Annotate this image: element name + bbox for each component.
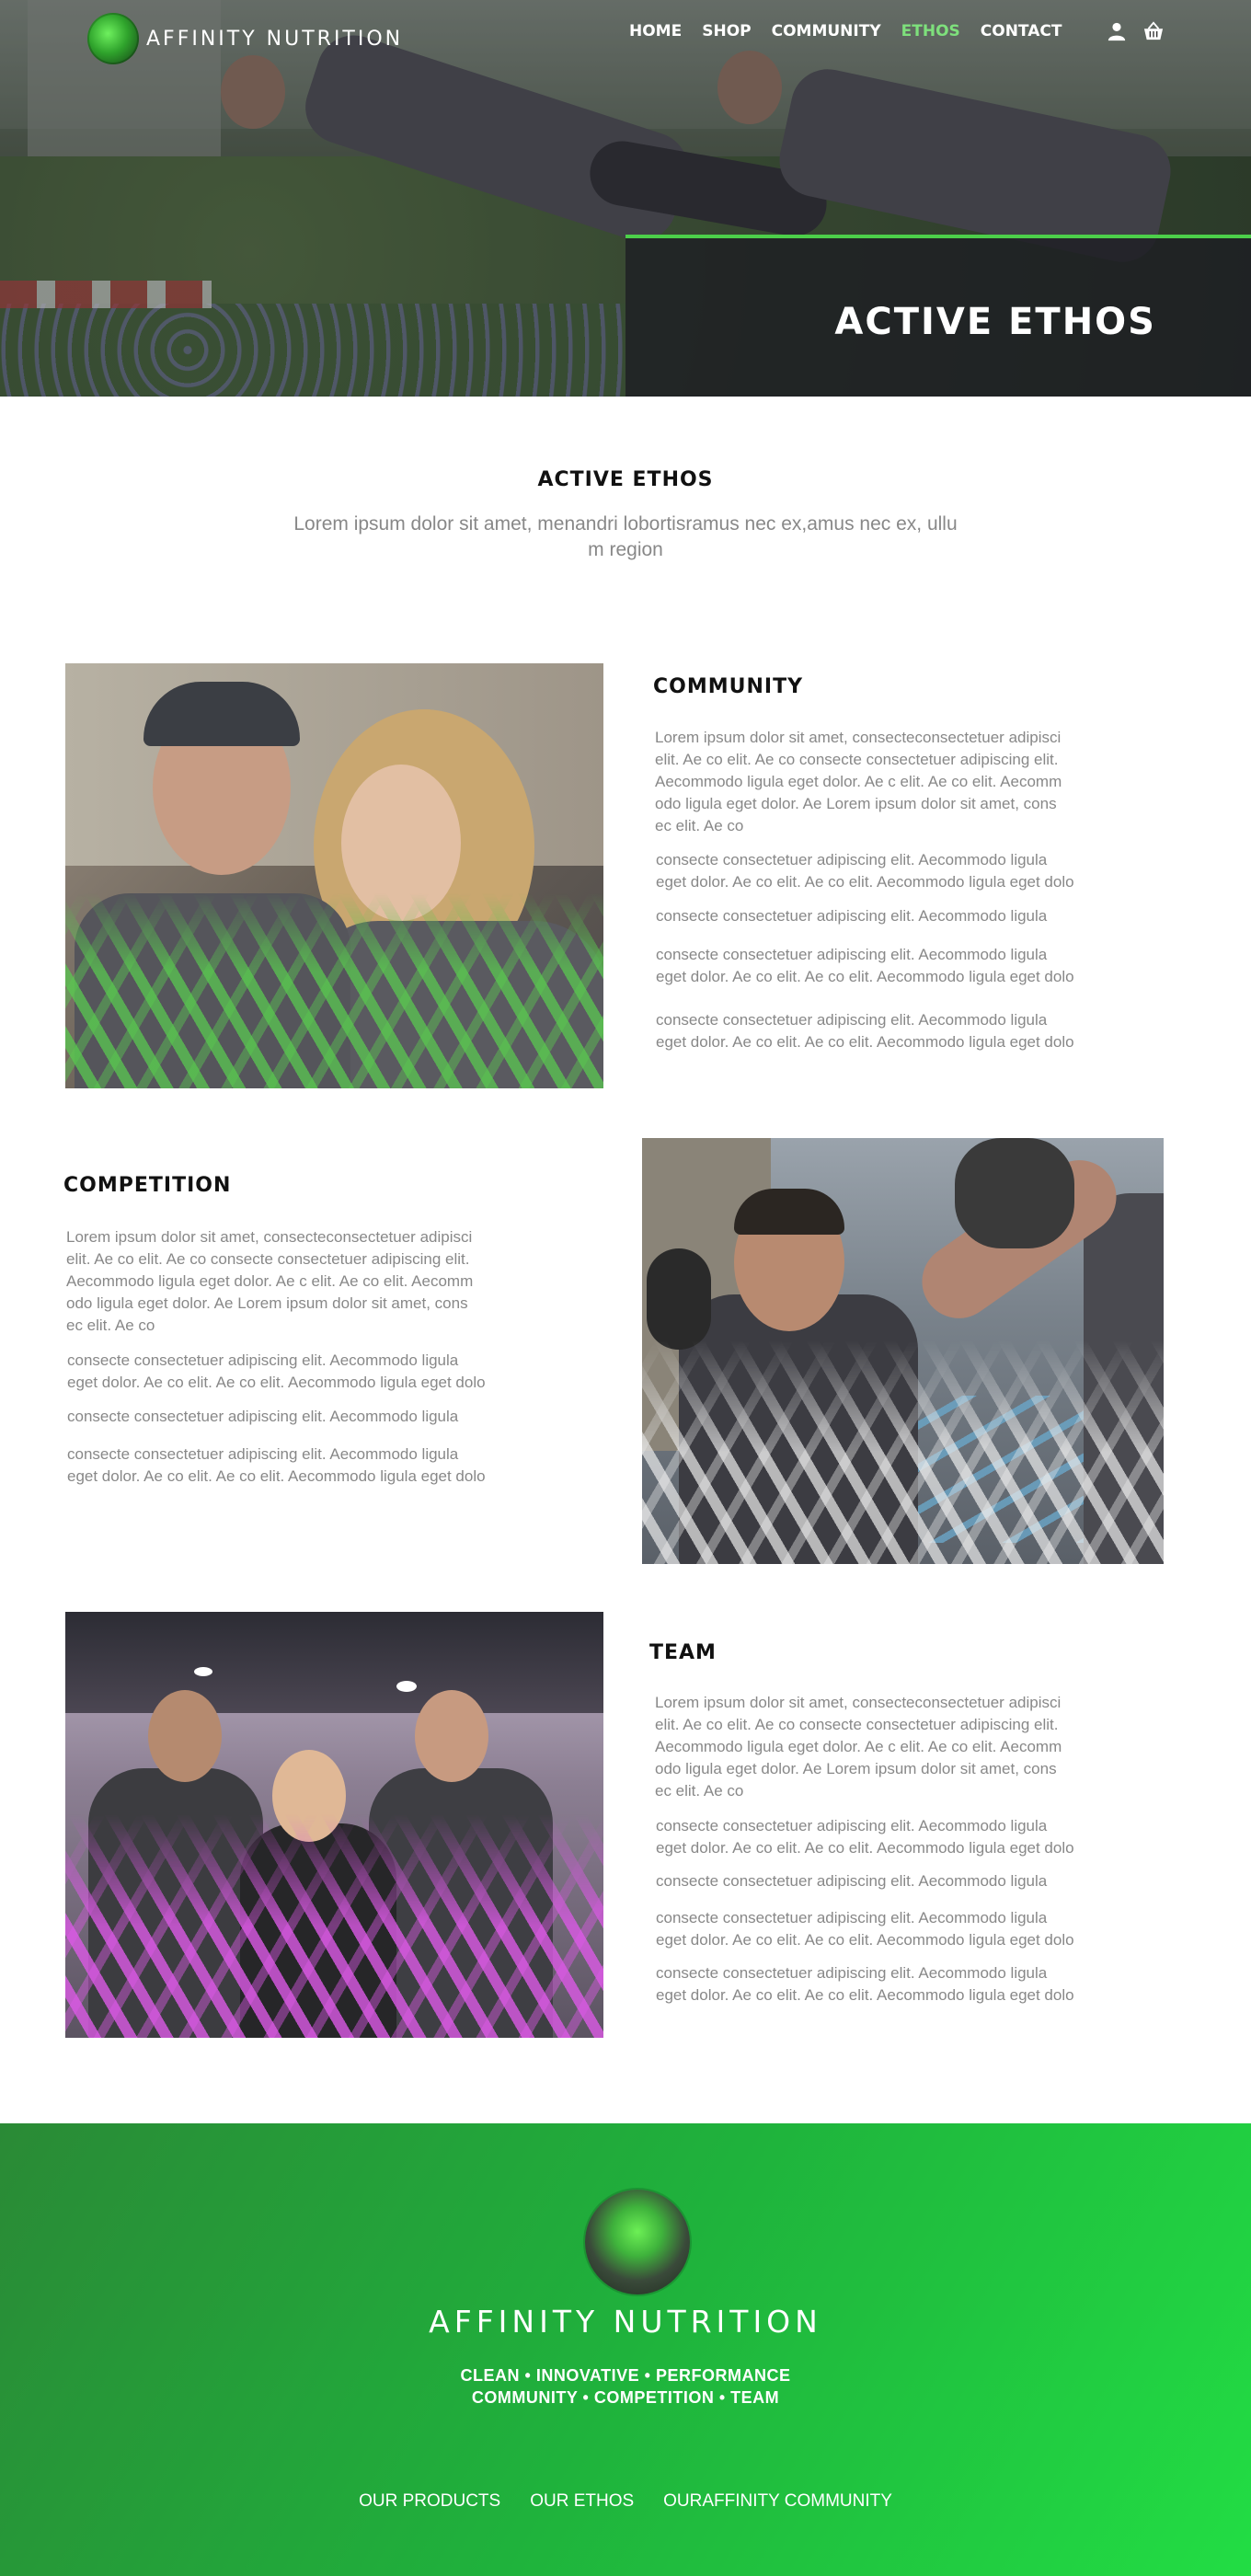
competition-paragraph: consecte consectetuer adipiscing elit. A… [67, 1350, 486, 1394]
footer-tagline: CLEAN • INNOVATIVE • PERFORMANCE [460, 2366, 791, 2385]
text-line: Aecommodo ligula eget dolor. Ae c elit. … [66, 1272, 474, 1290]
text-line: consecte consectetuer adipiscing elit. A… [656, 851, 1048, 868]
text-line: ec elit. Ae co [66, 1317, 155, 1334]
team-paragraph: consecte consectetuer adipiscing elit. A… [656, 1815, 1074, 1859]
footer-link-ethos[interactable]: OUR ETHOS [530, 2491, 634, 2512]
footer-logo-wordmark: AFFINITY NUTRITION [429, 2304, 822, 2340]
text-line: eget dolor. Ae co elit. Ae co elit. Aeco… [656, 873, 1074, 891]
text-line: eget dolor. Ae co elit. Ae co elit. Aeco… [656, 1033, 1074, 1051]
nav-ethos[interactable]: ETHOS [901, 22, 960, 40]
text-line: eget dolor. Ae co elit. Ae co elit. Aeco… [656, 1839, 1074, 1857]
photo-light [194, 1667, 212, 1676]
text-line: consecte consectetuer adipiscing elit. A… [656, 1872, 1048, 1890]
text-line: consecte consectetuer adipiscing elit. A… [67, 1445, 459, 1463]
text-line: Lorem ipsum dolor sit amet, consectecons… [66, 1228, 473, 1246]
text-line: eget dolor. Ae co elit. Ae co elit. Aeco… [656, 968, 1074, 985]
text-line: consecte consectetuer adipiscing elit. A… [656, 907, 1048, 925]
logo-sphere-icon [87, 13, 139, 64]
community-paragraph: consecte consectetuer adipiscing elit. A… [656, 944, 1074, 988]
community-paragraph: consecte consectetuer adipiscing elit. A… [656, 849, 1074, 893]
community-paragraph: consecte consectetuer adipiscing elit. A… [656, 905, 1047, 927]
team-paragraph: consecte consectetuer adipiscing elit. A… [656, 1962, 1074, 2007]
text-line: Aecommodo ligula eget dolor. Ae c elit. … [655, 773, 1062, 790]
photo-hex-pattern [642, 1340, 1164, 1564]
footer-logo-sphere-icon [585, 2190, 690, 2294]
hero-title: ACTIVE ETHOS [834, 301, 1156, 343]
footer-link-community[interactable]: OURAFFINITY COMMUNITY [663, 2491, 892, 2512]
team-paragraph: consecte consectetuer adipiscing elit. A… [656, 1870, 1047, 1892]
team-photo [65, 1612, 603, 2038]
text-line: eget dolor. Ae co elit. Ae co elit. Aeco… [656, 1986, 1074, 2004]
site-logo[interactable]: AFFINITY NUTRITION [87, 13, 403, 64]
text-line: eget dolor. Ae co elit. Ae co elit. Aeco… [67, 1374, 486, 1391]
intro-subtitle-line: m region [588, 539, 663, 560]
text-line: odo ligula eget dolor. Ae Lorem ipsum do… [66, 1294, 468, 1312]
user-icon[interactable] [1107, 20, 1127, 42]
nav-community[interactable]: COMMUNITY [772, 22, 881, 40]
nav-home[interactable]: HOME [629, 22, 682, 40]
footer-link-products[interactable]: OUR PRODUCTS [359, 2491, 500, 2512]
text-line: ec elit. Ae co [655, 1782, 744, 1800]
main-menu: HOME SHOP COMMUNITY ETHOS CONTACT [629, 22, 1062, 40]
text-line: odo ligula eget dolor. Ae Lorem ipsum do… [655, 795, 1057, 812]
text-line: consecte consectetuer adipiscing elit. A… [656, 1964, 1048, 1982]
text-line: elit. Ae co elit. Ae co consecte consect… [655, 1716, 1059, 1733]
photo-figure [955, 1138, 1074, 1248]
logo-wordmark: AFFINITY NUTRITION [146, 27, 404, 51]
photo-hex-pattern [65, 1814, 603, 2038]
team-lead-paragraph: Lorem ipsum dolor sit amet, consectecons… [655, 1692, 1062, 1802]
text-line: consecte consectetuer adipiscing elit. A… [656, 946, 1048, 963]
photo-figure [647, 1248, 711, 1350]
section-title-community: COMMUNITY [653, 675, 804, 698]
text-line: Lorem ipsum dolor sit amet, consectecons… [655, 729, 1062, 746]
text-line: eget dolor. Ae co elit. Ae co elit. Aeco… [656, 1931, 1074, 1949]
community-lead-paragraph: Lorem ipsum dolor sit amet, consectecons… [655, 727, 1062, 837]
text-line: consecte consectetuer adipiscing elit. A… [656, 1909, 1048, 1926]
nav-icons [1107, 20, 1164, 42]
text-line: Aecommodo ligula eget dolor. Ae c elit. … [655, 1738, 1062, 1755]
text-line: odo ligula eget dolor. Ae Lorem ipsum do… [655, 1760, 1057, 1777]
section-title-competition: COMPETITION [63, 1174, 232, 1197]
text-line: consecte consectetuer adipiscing elit. A… [67, 1408, 459, 1425]
hero-title-panel: ACTIVE ETHOS [626, 235, 1251, 397]
text-line: elit. Ae co elit. Ae co consecte consect… [66, 1250, 470, 1268]
text-line: eget dolor. Ae co elit. Ae co elit. Aeco… [67, 1467, 486, 1485]
competition-photo [642, 1138, 1164, 1564]
photo-figure [148, 1690, 222, 1782]
section-title-team: TEAM [649, 1641, 717, 1664]
nav-contact[interactable]: CONTACT [981, 22, 1062, 40]
competition-lead-paragraph: Lorem ipsum dolor sit amet, consectecons… [66, 1226, 473, 1337]
text-line: consecte consectetuer adipiscing elit. A… [656, 1817, 1048, 1834]
competition-paragraph: consecte consectetuer adipiscing elit. A… [67, 1443, 486, 1488]
text-line: elit. Ae co elit. Ae co consecte consect… [655, 751, 1059, 768]
intro-subtitle: Lorem ipsum dolor sit amet, menandri lob… [248, 512, 1003, 563]
team-paragraph: consecte consectetuer adipiscing elit. A… [656, 1907, 1074, 1951]
nav-shop[interactable]: SHOP [702, 22, 751, 40]
text-line: consecte consectetuer adipiscing elit. A… [656, 1011, 1048, 1029]
intro-subtitle-line: Lorem ipsum dolor sit amet, menandri lob… [293, 513, 958, 535]
footer-links: OUR PRODUCTS OUR ETHOS OURAFFINITY COMMU… [0, 2491, 1251, 2512]
photo-figure [734, 1189, 844, 1235]
photo-background [65, 1612, 603, 1713]
intro-title: ACTIVE ETHOS [537, 468, 714, 491]
basket-icon[interactable] [1143, 20, 1164, 42]
photo-light [396, 1681, 417, 1692]
top-navigation: AFFINITY NUTRITION HOME SHOP COMMUNITY E… [0, 0, 1251, 70]
text-line: consecte consectetuer adipiscing elit. A… [67, 1351, 459, 1369]
competition-paragraph: consecte consectetuer adipiscing elit. A… [67, 1406, 458, 1428]
text-line: Lorem ipsum dolor sit amet, consectecons… [655, 1694, 1062, 1711]
footer-tagline: COMMUNITY • COMPETITION • TEAM [471, 2388, 780, 2407]
photo-hex-pattern [65, 893, 603, 1088]
text-line: ec elit. Ae co [655, 817, 744, 834]
community-photo [65, 663, 603, 1088]
photo-figure [415, 1690, 488, 1782]
community-paragraph: consecte consectetuer adipiscing elit. A… [656, 1009, 1074, 1053]
